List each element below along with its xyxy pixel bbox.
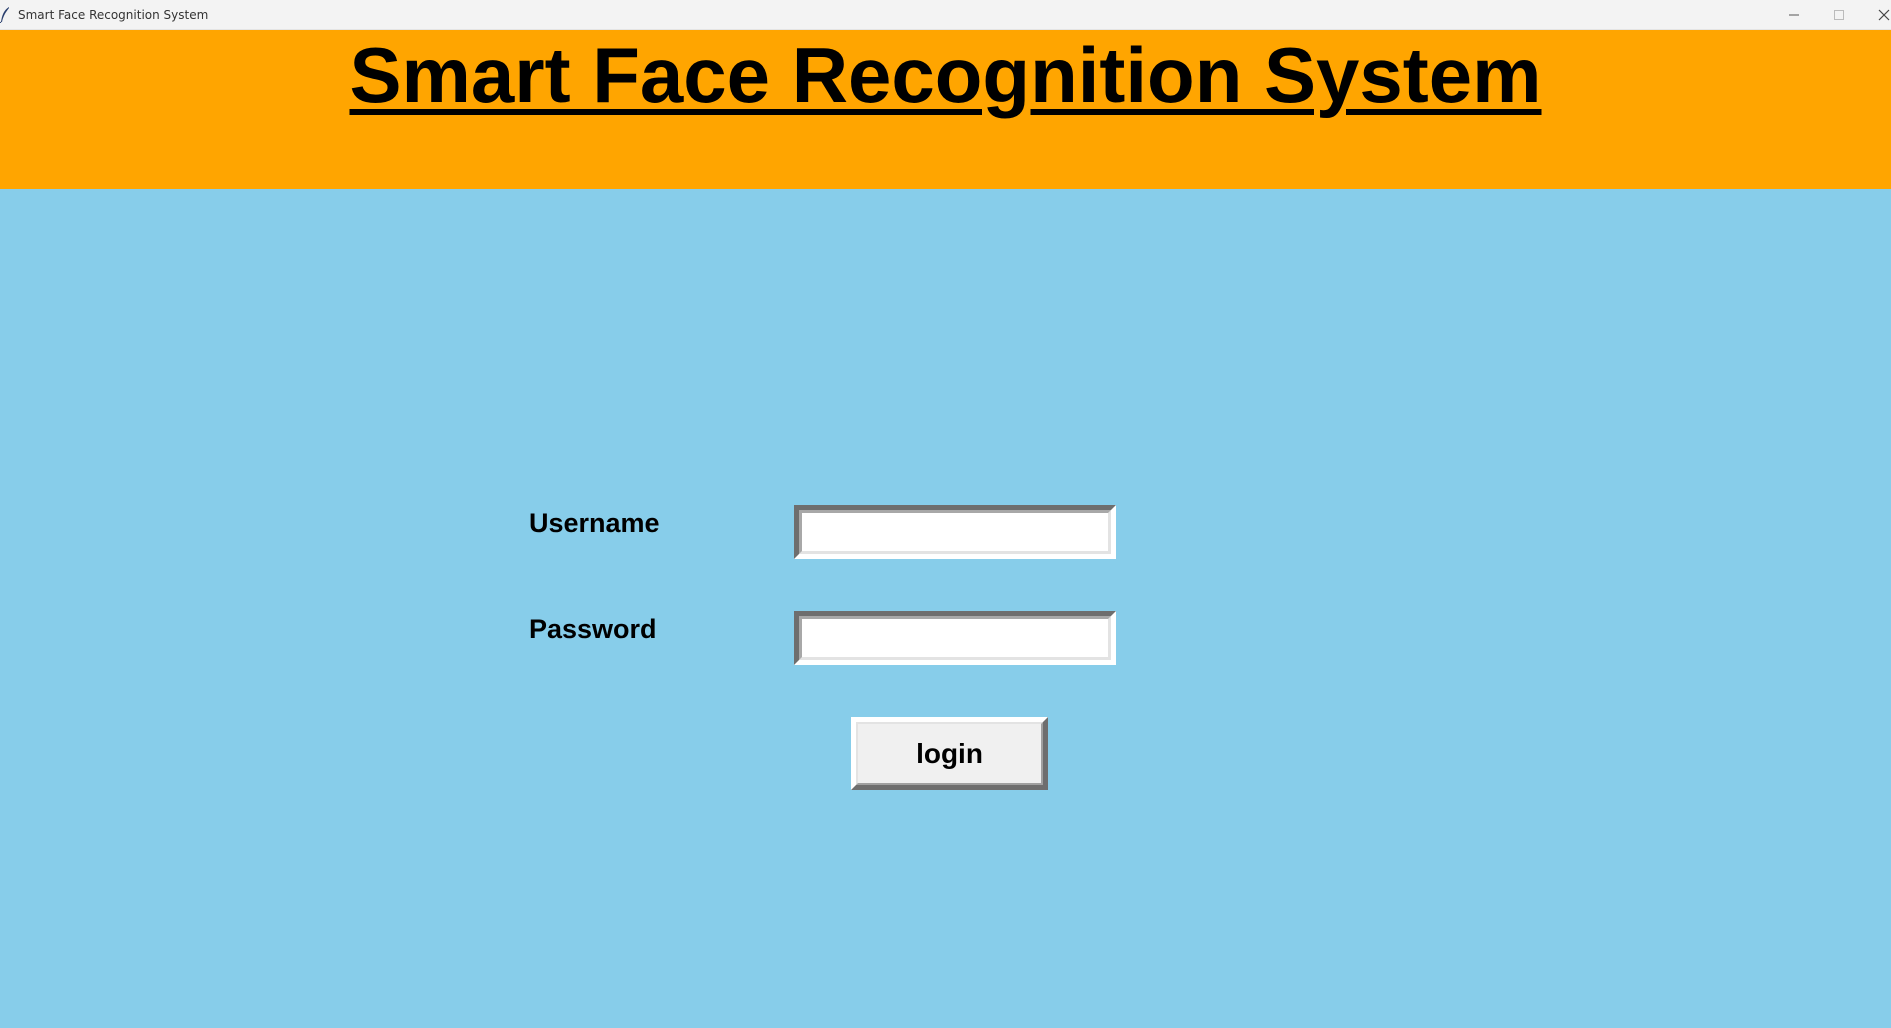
page-title: Smart Face Recognition System bbox=[349, 31, 1542, 119]
app-window: Smart Face Recognition System Smart Face… bbox=[0, 0, 1891, 1028]
minimize-button[interactable] bbox=[1772, 0, 1816, 30]
username-field-frame bbox=[794, 505, 1116, 559]
maximize-button[interactable] bbox=[1817, 0, 1861, 30]
close-icon bbox=[1878, 9, 1890, 21]
login-button-label: login bbox=[916, 737, 983, 769]
username-input[interactable] bbox=[802, 513, 1108, 551]
username-field-bevel bbox=[799, 510, 1111, 554]
password-field-frame bbox=[794, 611, 1116, 665]
username-label: Username bbox=[529, 508, 660, 538]
window-title: Smart Face Recognition System bbox=[18, 8, 209, 22]
title-bar[interactable]: Smart Face Recognition System bbox=[0, 0, 1891, 30]
feather-icon bbox=[0, 7, 10, 24]
password-input[interactable] bbox=[802, 619, 1108, 657]
password-field-bevel bbox=[799, 616, 1111, 660]
close-button[interactable] bbox=[1862, 0, 1891, 30]
login-button[interactable]: login bbox=[851, 717, 1048, 790]
header-banner: Smart Face Recognition System bbox=[0, 30, 1891, 189]
minimize-icon bbox=[1789, 10, 1799, 20]
maximize-icon bbox=[1834, 10, 1844, 20]
password-label: Password bbox=[529, 614, 657, 644]
